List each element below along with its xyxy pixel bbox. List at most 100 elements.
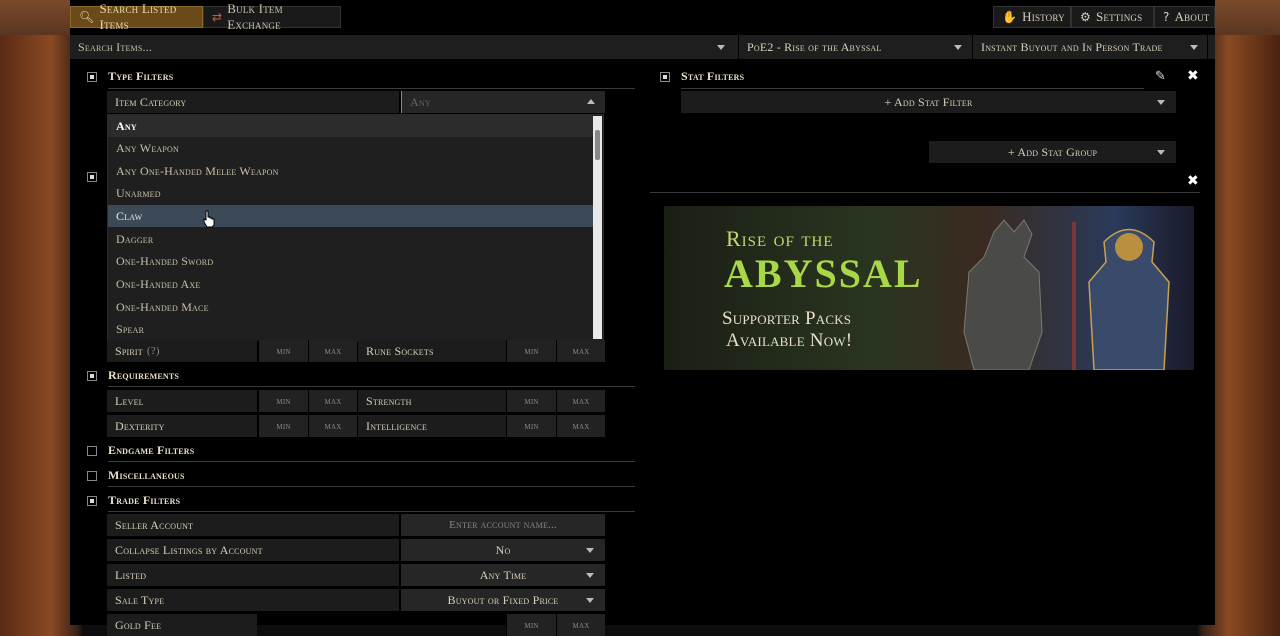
chevron-down-icon [954, 45, 962, 50]
dropdown-option[interactable]: Any [108, 115, 594, 137]
dropdown-option[interactable]: One-Handed Sword [108, 250, 594, 272]
endgame-filters-title[interactable]: Endgame Filters [108, 440, 194, 460]
settings-label: Settings [1095, 9, 1143, 24]
dexterity-min-input[interactable]: min [258, 415, 308, 437]
chevron-down-icon [1157, 150, 1165, 155]
type-filters-checkbox[interactable] [87, 72, 97, 82]
level-max-input[interactable]: max [308, 390, 357, 412]
requirements-title[interactable]: Requirements [108, 365, 179, 385]
top-bar: 🔍︎ Search Listed Items ⇄ Bulk Item Excha… [70, 0, 1215, 34]
strength-label: Strength [358, 390, 506, 412]
dropdown-scrollbar[interactable] [593, 116, 602, 339]
spirit-max-input[interactable]: max [308, 340, 357, 362]
exchange-icon: ⇄ [212, 10, 223, 24]
sale-type-value: Buyout or Fixed Price [447, 592, 559, 607]
sale-type-select[interactable]: Buyout or Fixed Price [401, 589, 605, 611]
item-category-label: Item Category [107, 91, 399, 113]
equipment-filters-checkbox[interactable] [87, 172, 97, 182]
question-icon: ? [1163, 10, 1170, 24]
strength-max-input[interactable]: max [556, 390, 605, 412]
stat-filters-title[interactable]: Stat Filters [681, 66, 744, 86]
chevron-down-icon [586, 598, 594, 603]
spirit-help-hint[interactable]: (?) [147, 345, 160, 357]
league-value: PoE2 - Rise of the Abyssal [747, 39, 882, 54]
spirit-min-input[interactable]: min [258, 340, 308, 362]
miscellaneous-checkbox[interactable] [87, 471, 97, 481]
seller-account-placeholder: Enter account name... [449, 519, 557, 531]
close-icon[interactable]: ✖ [1187, 68, 1199, 84]
gold-fee-max-input[interactable]: max [556, 614, 605, 636]
dropdown-option[interactable]: Dagger [108, 228, 594, 250]
chevron-down-icon [717, 45, 725, 50]
history-label: History [1022, 9, 1065, 24]
intelligence-label-text: Intelligence [366, 418, 428, 433]
banner-line2: Abyssal [724, 251, 923, 296]
banner-line3: Supporter Packs [722, 308, 852, 329]
tab-bulk-item-exchange[interactable]: ⇄ Bulk Item Exchange [203, 1, 341, 32]
trade-mode-select[interactable]: Instant Buyout and In Person Trade [973, 35, 1208, 59]
dexterity-max-input[interactable]: max [308, 415, 357, 437]
close-icon[interactable]: ✖ [1187, 173, 1199, 189]
item-category-placeholder: Any [410, 94, 431, 109]
rune-sockets-max-input[interactable]: max [556, 340, 605, 362]
level-label: Level [107, 390, 257, 412]
intelligence-min-input[interactable]: min [506, 415, 556, 437]
item-category-label-text: Item Category [115, 94, 187, 109]
stat-filters-checkbox[interactable] [660, 72, 670, 82]
endgame-filters-checkbox[interactable] [87, 446, 97, 456]
settings-button[interactable]: ⚙ Settings [1071, 6, 1154, 28]
dropdown-option[interactable]: Spear [108, 318, 594, 340]
dexterity-label-text: Dexterity [115, 418, 165, 433]
history-button[interactable]: ✋ History [993, 6, 1071, 28]
listed-select[interactable]: Any Time [401, 564, 605, 586]
rune-sockets-min-input[interactable]: min [506, 340, 556, 362]
strength-min-input[interactable]: min [506, 390, 556, 412]
divider [108, 486, 635, 487]
search-row: Search Items... PoE2 - Rise of the Abyss… [70, 35, 1215, 59]
item-category-input[interactable]: Any [401, 91, 605, 113]
dropdown-option[interactable]: Unarmed [108, 182, 594, 204]
collapse-listings-select[interactable]: No [401, 539, 605, 561]
tab-bulk-label: Bulk Item Exchange [227, 1, 283, 32]
add-stat-group-label: + Add Stat Group [1007, 144, 1098, 159]
league-select[interactable]: PoE2 - Rise of the Abyssal [739, 35, 973, 59]
sale-type-label-text: Sale Type [115, 592, 165, 607]
add-stat-group-button[interactable]: + Add Stat Group [929, 141, 1176, 163]
gold-fee-min-input[interactable]: min [506, 614, 556, 636]
level-min-input[interactable]: min [258, 390, 308, 412]
trade-filters-checkbox[interactable] [87, 496, 97, 506]
about-button[interactable]: ? About [1154, 6, 1215, 28]
hand-cursor-icon [203, 210, 215, 228]
tab-search-listed-items[interactable]: 🔍︎ Search Listed Items [70, 1, 203, 32]
rune-sockets-label-text: Rune Sockets [366, 343, 434, 358]
trade-filters-title[interactable]: Trade Filters [108, 490, 180, 510]
search-items-input[interactable]: Search Items... [70, 35, 739, 59]
chevron-down-icon [586, 548, 594, 553]
seller-account-input[interactable]: Enter account name... [401, 514, 605, 536]
collapse-listings-label-text: Collapse Listings by Account [115, 542, 263, 557]
dropdown-option[interactable]: Any Weapon [108, 137, 594, 159]
dropdown-option[interactable]: One-Handed Mace [108, 296, 594, 318]
edit-icon[interactable]: ✎ [1155, 69, 1166, 84]
dropdown-option[interactable]: Any One-Handed Melee Weapon [108, 160, 594, 182]
type-filters-title[interactable]: Type Filters [108, 66, 173, 86]
gold-fee-label-text: Gold Fee [115, 617, 162, 632]
add-stat-filter-button[interactable]: + Add Stat Filter [681, 91, 1176, 113]
trade-mode-value: Instant Buyout and In Person Trade [981, 39, 1163, 54]
gold-fee-label: Gold Fee [107, 614, 257, 636]
tab-search-label: Search Listed Items [99, 1, 177, 32]
add-stat-filter-label: + Add Stat Filter [884, 94, 973, 109]
dropdown-option-hovered[interactable]: Claw [108, 205, 594, 227]
banner-characters-art [963, 219, 1170, 370]
banner-line1: Rise of the [726, 226, 834, 251]
strength-label-text: Strength [366, 393, 412, 408]
trade-app: 🔍︎ Search Listed Items ⇄ Bulk Item Excha… [70, 0, 1215, 636]
dropdown-option[interactable]: One-Handed Axe [108, 273, 594, 295]
intelligence-max-input[interactable]: max [556, 415, 605, 437]
scrollbar-thumb[interactable] [595, 130, 600, 160]
divider [108, 386, 635, 387]
requirements-checkbox[interactable] [87, 371, 97, 381]
listed-value: Any Time [479, 567, 527, 582]
miscellaneous-title[interactable]: Miscellaneous [108, 465, 185, 485]
promo-banner[interactable]: Rise of the Abyssal Supporter Packs Avai… [664, 206, 1194, 370]
